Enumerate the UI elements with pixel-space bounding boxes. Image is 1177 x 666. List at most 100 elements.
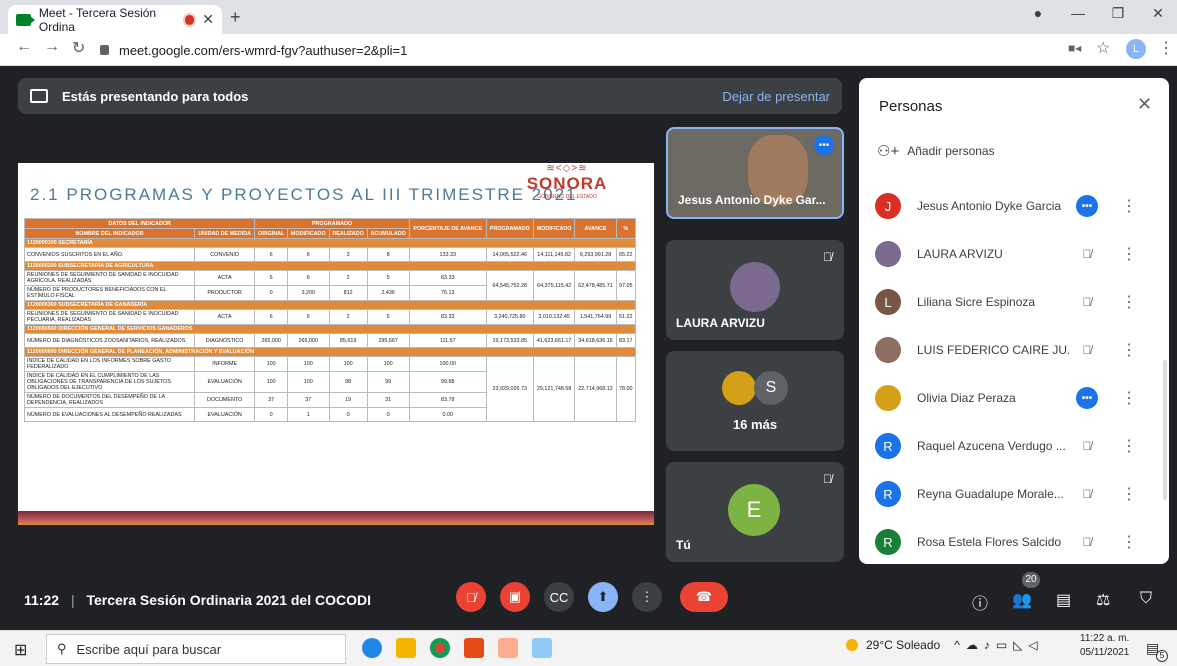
cell: 100	[366, 356, 410, 372]
cam-off-icon: ▣̸	[508, 589, 522, 604]
more-options-icon[interactable]: ⋮	[1121, 388, 1137, 408]
more-options-icon[interactable]: ⋮	[1121, 484, 1137, 504]
reload-icon[interactable]: ↻	[72, 38, 85, 58]
cell: 100	[287, 356, 330, 372]
tray-icons[interactable]: ^☁♪▭◺◁	[954, 638, 1043, 652]
cell: 19,173,533.85	[485, 333, 534, 348]
end-call-button[interactable]: ☎	[680, 582, 728, 612]
person-name: Raquel Azucena Verdugo ...	[917, 439, 1066, 453]
person-row[interactable]: LUIS FEDERICO CAIRE JU... 🎙̸ ⋮	[859, 326, 1169, 374]
person-row[interactable]: Olivia Diaz Peraza ••• ⋮	[859, 374, 1169, 422]
file-explorer-icon[interactable]	[396, 638, 416, 658]
cell: 6	[254, 247, 289, 262]
cell: 51.22	[615, 309, 637, 325]
logo-ornament: ≋<◇>≋	[546, 163, 588, 174]
camera-toggle-button[interactable]: ▣̸	[500, 582, 530, 612]
bookmark-star-icon[interactable]: ☆	[1096, 38, 1110, 58]
tile-laura[interactable]: 🎙̸ LAURA ARVIZU	[666, 240, 844, 340]
people-icon[interactable]: 👥	[1012, 590, 1032, 610]
new-tab-button[interactable]: +	[230, 7, 241, 28]
cell: 83.78	[408, 392, 487, 408]
cell: 6	[287, 309, 330, 325]
minimize-button[interactable]: —	[1058, 5, 1098, 21]
info-icon[interactable]: ⓘ	[972, 590, 988, 614]
avatar: R	[875, 481, 901, 507]
more-options-icon[interactable]: ⋮	[1121, 244, 1137, 264]
weather-text[interactable]: 29°C Soleado	[866, 638, 940, 652]
person-row[interactable]: L Liliana Sicre Espinoza 🎙̸ ⋮	[859, 278, 1169, 326]
more-options-icon[interactable]: ⋮	[1121, 292, 1137, 312]
more-options-icon[interactable]: ⋮	[1121, 196, 1137, 216]
person-row[interactable]: R Reyna Guadalupe Morale... 🎙̸ ⋮	[859, 470, 1169, 518]
tile-self[interactable]: 🎙̸ E Tú	[666, 462, 844, 562]
more-options-button[interactable]: ⋮	[632, 582, 662, 612]
cell: 6	[287, 270, 330, 286]
meet-icon	[16, 13, 35, 26]
mic-off-icon: 🎙̸	[1082, 439, 1092, 453]
close-icon[interactable]: ✕	[1137, 94, 1152, 115]
tile-jesus[interactable]: ••• Jesus Antonio Dyke Gar...	[666, 127, 844, 219]
tile-name: LAURA ARVIZU	[676, 316, 765, 330]
search-placeholder: Escribe aquí para buscar	[76, 641, 222, 657]
avatar	[730, 262, 780, 312]
person-name: Reyna Guadalupe Morale...	[917, 487, 1064, 501]
forward-icon[interactable]: →	[44, 38, 60, 56]
person-name: Rosa Estela Flores Salcido	[917, 535, 1062, 549]
host-controls-icon[interactable]: ⛉	[1140, 590, 1152, 608]
url-field[interactable]: meet.google.com/ers-wmrd-fgv?authuser=2&…	[100, 38, 1060, 62]
url-text: meet.google.com/ers-wmrd-fgv?authuser=2&…	[119, 42, 408, 58]
cell: 0	[366, 407, 410, 422]
more-options-icon[interactable]: ⋮	[1121, 436, 1137, 456]
edge-icon[interactable]	[362, 638, 382, 658]
more-options-icon[interactable]: ⋮	[1121, 532, 1137, 552]
app-icon[interactable]	[532, 638, 552, 658]
table-row: ÍNDICE DE CALIDAD EN LOS INFORMES SOBRE …	[24, 356, 637, 422]
person-row[interactable]: LAURA ARVIZU 🎙̸ ⋮	[859, 230, 1169, 278]
browser-menu-icon[interactable]: ⋮	[1158, 38, 1174, 58]
add-people-button[interactable]: ⚇+ Añadir personas	[877, 142, 995, 160]
scrollbar[interactable]	[1163, 360, 1167, 500]
profile-dot-icon[interactable]: ●	[1018, 5, 1058, 21]
close-window-button[interactable]: ✕	[1138, 5, 1177, 22]
cell: 19	[328, 392, 368, 408]
maximize-button[interactable]: ❐	[1098, 5, 1138, 22]
avatar	[875, 385, 901, 411]
search-icon: ⚲	[57, 641, 67, 656]
captions-button[interactable]: CC	[544, 582, 574, 612]
chrome-icon[interactable]	[430, 638, 450, 658]
taskbar-search[interactable]: ⚲ Escribe aquí para buscar	[46, 634, 346, 664]
cell: 265,000	[287, 333, 330, 348]
present-button[interactable]: ⬆	[588, 582, 618, 612]
taskbar-clock[interactable]: 11:22 a. m. 05/11/2021	[1080, 632, 1129, 660]
activities-icon[interactable]: ⚖	[1096, 590, 1110, 610]
header-cell: %	[615, 218, 637, 239]
profile-avatar[interactable]: L	[1126, 39, 1146, 59]
cell: 0	[254, 407, 289, 422]
windows-start-icon[interactable]: ⊞	[14, 640, 27, 660]
table-row: REUNIONES DE SEGUIMIENTO DE SANIDAD E IN…	[24, 270, 637, 301]
cell: 64,545,752.28	[485, 270, 534, 301]
more-options-icon[interactable]: •••	[814, 135, 834, 155]
stop-presenting-button[interactable]: Dejar de presentar	[722, 89, 830, 104]
lock-icon	[100, 45, 109, 55]
back-icon[interactable]: ←	[16, 38, 32, 56]
section-row: 1120000600 DIRECCIÓN GENERAL DE PLANEACI…	[24, 347, 636, 357]
person-row[interactable]: R Raquel Azucena Verdugo ... 🎙̸ ⋮	[859, 422, 1169, 470]
cell: ACTA	[193, 309, 256, 325]
cell: ACTA	[193, 270, 256, 286]
cell: 31	[366, 392, 410, 408]
person-row[interactable]: J Jesus Antonio Dyke Garcia ••• ⋮	[859, 182, 1169, 230]
header-cell: DATOS DEL INDICADOR	[23, 218, 256, 229]
person-row[interactable]: R Rosa Estela Flores Salcido 🎙̸ ⋮	[859, 518, 1169, 566]
browser-tab[interactable]: Meet - Tercera Sesión Ordina ✕	[8, 5, 222, 34]
tile-more-participants[interactable]: S 16 más	[666, 351, 844, 451]
mic-toggle-button[interactable]: 🎙̸	[456, 582, 486, 612]
cell: EVALUACIÓN	[193, 371, 256, 393]
camera-blocked-icon[interactable]: ■◂	[1068, 41, 1081, 55]
close-tab-icon[interactable]: ✕	[202, 11, 214, 28]
cell: 98	[328, 371, 368, 393]
more-options-icon[interactable]: ⋮	[1121, 340, 1137, 360]
pdf-icon[interactable]	[498, 638, 518, 658]
chat-icon[interactable]: ▤	[1056, 590, 1071, 610]
office-icon[interactable]	[464, 638, 484, 658]
